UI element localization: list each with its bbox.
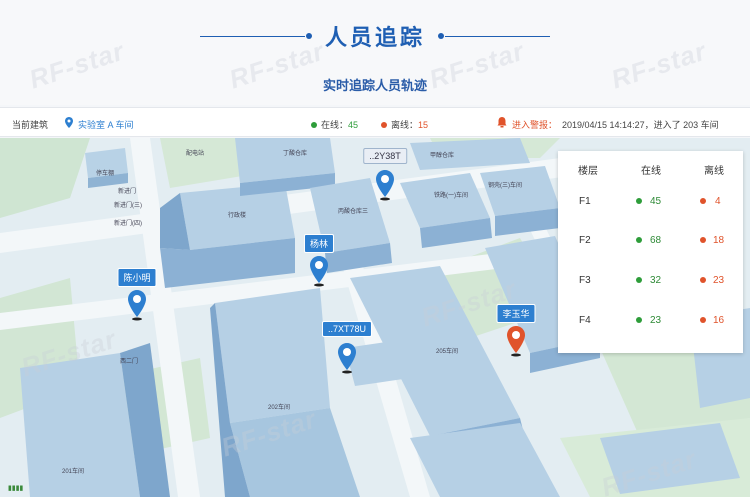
floor-offline-count: 23 xyxy=(713,275,725,286)
page-title: 人员追踪 xyxy=(324,25,425,50)
offline-dot-icon xyxy=(700,275,710,286)
location-pin-icon xyxy=(507,326,525,357)
online-dot-icon xyxy=(636,275,646,286)
floor-online-count: 32 xyxy=(650,275,662,286)
online-dot-icon xyxy=(636,235,646,246)
marker-label: ..7XT78U xyxy=(321,321,373,337)
floor-row[interactable]: F4 23 16 xyxy=(558,315,743,335)
floor-offline-count: 18 xyxy=(713,235,725,246)
offline-dot-icon xyxy=(381,122,387,128)
map-label: 行政楼 xyxy=(228,213,247,219)
floor-online-count: 68 xyxy=(650,235,662,246)
floor-row[interactable]: F3 32 23 xyxy=(558,275,743,295)
offline-column-header: 离线 xyxy=(704,166,724,177)
floor-column-header: 楼层 xyxy=(578,166,598,177)
page-header: RF-star RF-star RF-star RF-star 人员追踪 实时追… xyxy=(0,0,750,105)
floor-name: F1 xyxy=(579,196,591,207)
floor-offline-count: 4 xyxy=(715,196,721,207)
offline-dot-icon xyxy=(700,196,710,207)
marker-label: 陈小明 xyxy=(117,268,157,287)
map-logo: ▮▮▮▮ xyxy=(8,485,24,492)
map-label: 丁酸仓库 xyxy=(283,151,308,157)
online-dot-icon xyxy=(636,315,646,326)
alarm-bell-icon xyxy=(497,117,507,128)
location-pin-icon xyxy=(65,117,73,128)
online-count: 在线：45 xyxy=(311,118,358,131)
map-label: 202车间 xyxy=(268,405,291,411)
map-label: 新进门 xyxy=(118,189,137,195)
map-label: 铁路(一)车间 xyxy=(434,193,468,199)
floor-name: F2 xyxy=(579,235,591,246)
map-label: 甲醇仓库 xyxy=(430,153,455,159)
title-dot-right xyxy=(438,33,444,39)
map-label: 201车间 xyxy=(62,469,85,475)
floor-online-count: 23 xyxy=(650,315,662,326)
map-label: 配电站 xyxy=(186,151,205,157)
offline-dot-icon xyxy=(700,235,710,246)
online-dot-icon xyxy=(636,196,646,207)
building-label: 当前建筑 xyxy=(12,120,49,130)
alarm-label: 进入警报： xyxy=(512,120,558,130)
online-column-header: 在线 xyxy=(641,166,661,177)
floor-offline-count: 16 xyxy=(713,315,725,326)
location-pin-icon xyxy=(310,256,328,287)
map-label: 新进门(三) xyxy=(114,203,142,209)
floor-online-count: 45 xyxy=(650,196,662,207)
location-pin-icon xyxy=(338,343,356,374)
map-label: 新进门(四) xyxy=(114,221,142,227)
floor-row[interactable]: F1 45 4 xyxy=(558,196,743,216)
page-subtitle: 实时追踪人员轨迹 xyxy=(322,78,427,93)
location-pin-icon xyxy=(376,170,394,201)
floor-name: F3 xyxy=(579,275,591,286)
page: RF-star RF-star RF-star RF-star 人员追踪 实时追… xyxy=(0,0,750,497)
offline-dot-icon xyxy=(700,315,710,326)
map-label: 西二门 xyxy=(120,359,139,365)
title-row: 人员追踪 xyxy=(0,18,750,54)
offline-count: 离线：15 xyxy=(381,118,428,131)
info-bar: 当前建筑 实验室 A 车间 在线：45 离线：15 进入警报： 2019/04/… xyxy=(0,107,750,137)
online-dot-icon xyxy=(311,122,317,128)
floor-name: F4 xyxy=(579,315,591,326)
marker-label: ..2Y38T xyxy=(363,148,407,164)
location-pin-icon xyxy=(128,290,146,321)
map-label: 停车棚 xyxy=(96,171,115,177)
map-label: 钢壳(三)车间 xyxy=(488,183,522,189)
marker-label: 李玉华 xyxy=(496,304,536,323)
title-decoration-right xyxy=(445,36,550,37)
map-label: 丙酸仓库三 xyxy=(338,209,369,215)
map-label: 205车间 xyxy=(436,349,459,355)
floor-row[interactable]: F2 68 18 xyxy=(558,235,743,255)
marker-label: 杨林 xyxy=(303,234,335,253)
building-selector[interactable]: 实验室 A 车间 xyxy=(78,118,134,131)
floor-status-panel: 楼层 在线 离线 F1 45 4 F2 68 18 F3 32 23 F4 23… xyxy=(558,151,743,353)
alarm-message: 2019/04/15 14:14:27，进入了 203 车间 xyxy=(562,120,719,130)
